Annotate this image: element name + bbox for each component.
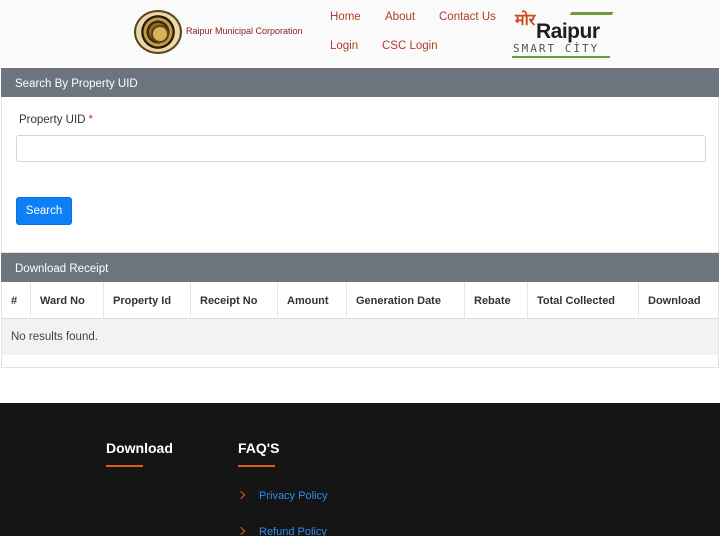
footer-link-privacy-policy[interactable]: Privacy Policy — [236, 490, 328, 502]
footer-download-title: Download — [106, 440, 173, 456]
smart-city-logo[interactable]: मोर Raipur SMART CİTY — [510, 6, 614, 60]
smart-city-logo-tagline: SMART CİTY — [513, 42, 600, 55]
footer-download-accent — [106, 465, 143, 467]
col-index[interactable]: # — [2, 282, 31, 319]
nav-csc-login[interactable]: CSC Login — [382, 40, 438, 52]
site-footer: Download FAQ'S Privacy Policy Refund Pol… — [0, 403, 720, 536]
search-card-header: Search By Property UID — [1, 68, 719, 97]
col-total-collected[interactable]: Total Collected — [528, 282, 639, 319]
property-uid-label-text: Property UID — [19, 114, 86, 126]
col-download[interactable]: Download — [639, 282, 718, 319]
property-uid-label: Property UID * — [19, 114, 93, 126]
footer-link-privacy-label: Privacy Policy — [259, 490, 328, 502]
footer-link-refund-label: Refund Policy — [259, 526, 327, 536]
property-uid-input[interactable] — [16, 135, 706, 162]
smart-city-logo-more: मोर — [515, 10, 536, 29]
nav-login[interactable]: Login — [330, 40, 358, 52]
col-property-id[interactable]: Property Id — [104, 282, 191, 319]
required-mark: * — [88, 114, 93, 126]
footer-faq-accent — [238, 465, 275, 467]
chevron-right-icon — [236, 490, 246, 500]
footer-faq-title: FAQ'S — [238, 440, 280, 456]
receipt-card-body: # Ward No Property Id Receipt No Amount … — [1, 282, 719, 368]
org-name[interactable]: Raipur Municipal Corporation — [186, 26, 303, 36]
nav-about[interactable]: About — [385, 11, 415, 23]
search-button[interactable]: Search — [16, 197, 72, 225]
no-results-row: No results found. — [2, 319, 718, 355]
smart-city-logo-raipur: Raipur — [536, 20, 600, 43]
receipt-table-header: # Ward No Property Id Receipt No Amount … — [2, 282, 718, 319]
smart-city-underline — [512, 56, 610, 58]
col-ward-no[interactable]: Ward No — [31, 282, 104, 319]
col-rebate[interactable]: Rebate — [465, 282, 528, 319]
col-receipt-no[interactable]: Receipt No — [191, 282, 278, 319]
col-amount[interactable]: Amount — [278, 282, 347, 319]
rmc-emblem-logo[interactable] — [134, 10, 182, 54]
search-card-body: Property UID * Search — [1, 97, 719, 253]
footer-link-refund-policy[interactable]: Refund Policy — [236, 526, 327, 536]
nav-contact-us[interactable]: Contact Us — [439, 11, 496, 23]
nav-home[interactable]: Home — [330, 11, 361, 23]
receipt-card-header: Download Receipt — [1, 253, 719, 282]
chevron-right-icon — [236, 526, 246, 536]
col-generation-date[interactable]: Generation Date — [347, 282, 465, 319]
site-header: Raipur Municipal Corporation Home About … — [0, 0, 720, 67]
